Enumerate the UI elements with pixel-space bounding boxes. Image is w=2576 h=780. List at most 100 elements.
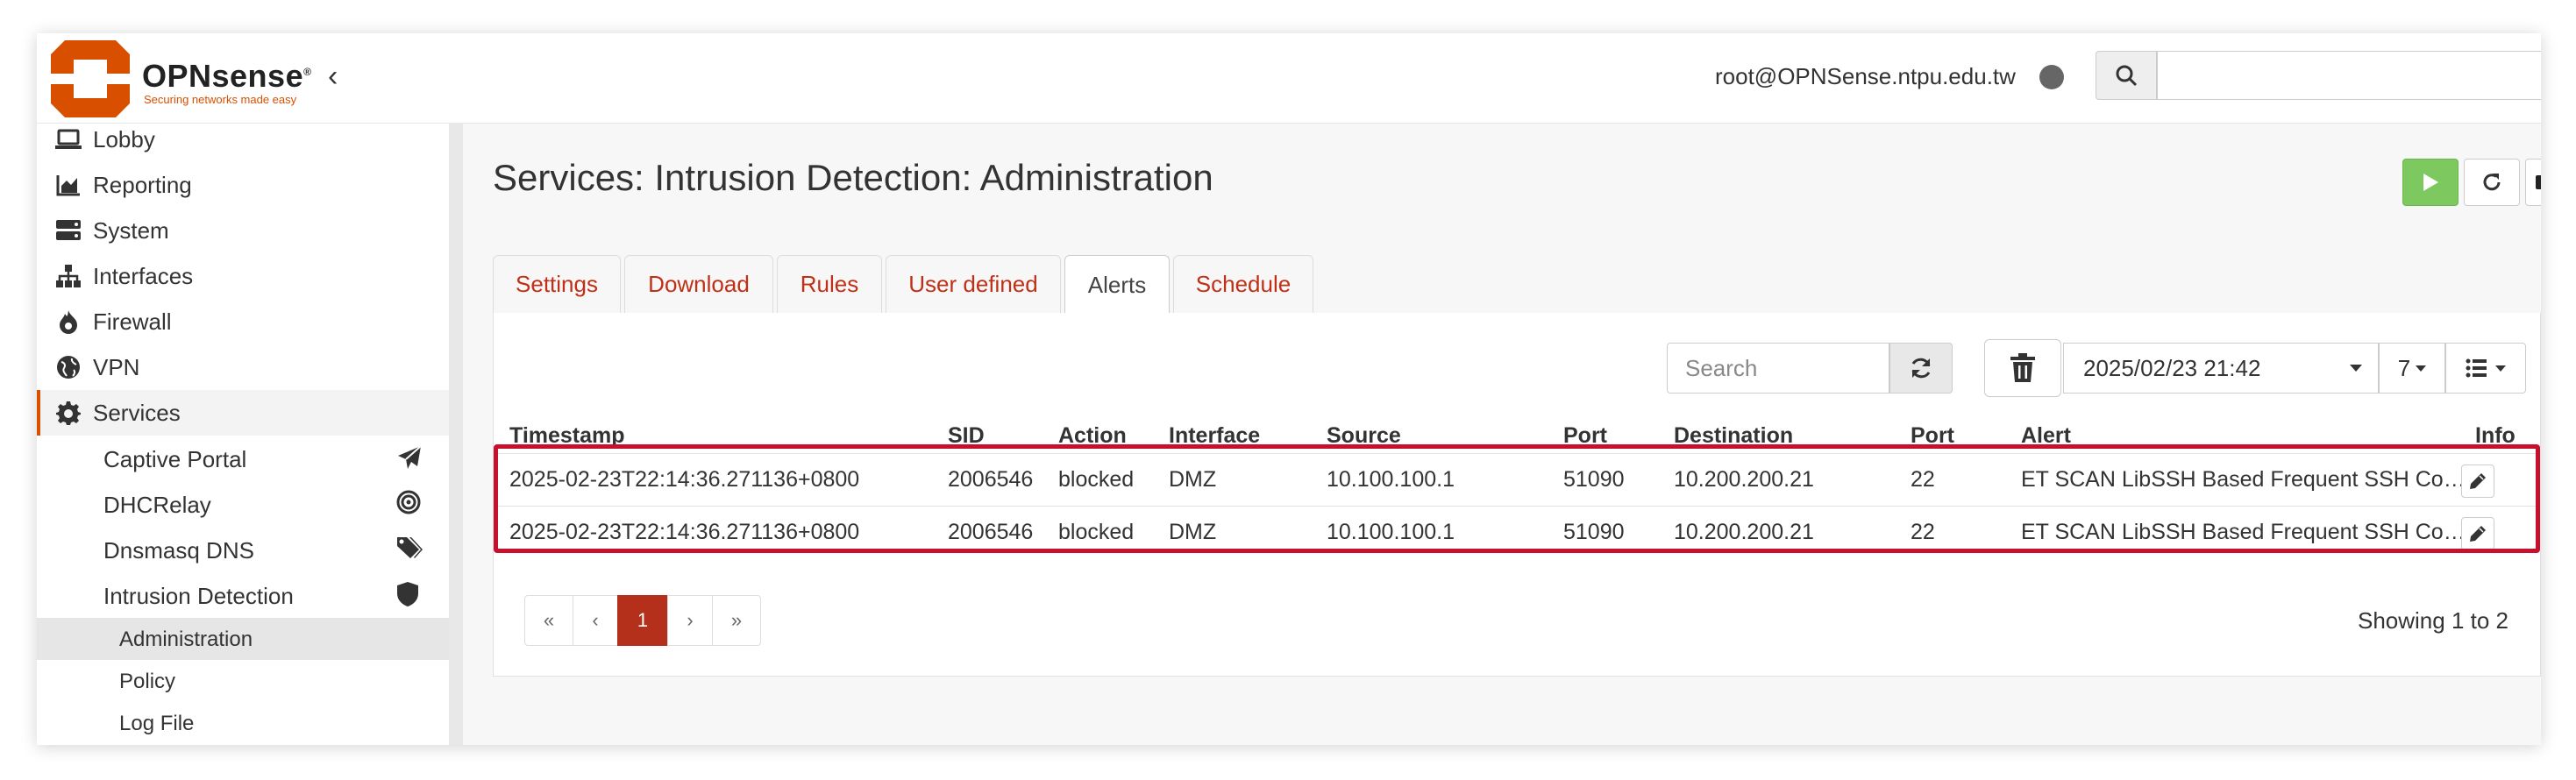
sidebar-item-services[interactable]: Services xyxy=(37,390,449,436)
sidebar-subitem-captive-portal[interactable]: Captive Portal xyxy=(37,436,449,481)
cell-sid: 2006546 xyxy=(948,520,1034,544)
sidebar-item-lobby[interactable]: Lobby xyxy=(37,124,449,162)
column-header-alert[interactable]: Alert xyxy=(2021,423,2071,449)
stop-icon xyxy=(2536,175,2541,189)
column-header-action[interactable]: Action xyxy=(1058,423,1127,449)
user-label[interactable]: root@OPNSense.ntpu.edu.tw xyxy=(1715,63,2016,90)
bullseye-icon xyxy=(396,490,424,518)
tab-download[interactable]: Download xyxy=(624,255,773,313)
stop-service-button[interactable] xyxy=(2525,159,2541,206)
refresh-alerts-button[interactable] xyxy=(1889,343,1953,394)
selected-date: 2025/02/23 21:42 xyxy=(2083,355,2261,381)
page-last-button[interactable]: » xyxy=(712,595,761,646)
tab-alerts[interactable]: Alerts xyxy=(1064,255,1170,314)
cell-destination-port: 22 xyxy=(1911,520,1935,544)
laptop-icon xyxy=(54,125,82,153)
page-title: Services: Intrusion Detection: Administr… xyxy=(493,157,1213,198)
cell-action: blocked xyxy=(1058,467,1135,492)
list-icon xyxy=(2466,358,2487,378)
column-header-source-port[interactable]: Port xyxy=(1563,423,1607,449)
sidebar-subitem-dhcrelay[interactable]: DHCRelay xyxy=(37,481,449,527)
play-icon xyxy=(2423,174,2438,191)
sidebar-item-label: Reporting xyxy=(93,171,192,198)
tab-user-defined[interactable]: User defined xyxy=(886,255,1061,313)
alerts-search-input[interactable]: Search xyxy=(1667,343,1889,394)
cell-timestamp: 2025-02-23T22:14:36.271136+0800 xyxy=(509,520,860,544)
sidebar-scrollbar[interactable] xyxy=(449,124,463,745)
page-next-button[interactable]: › xyxy=(667,595,713,646)
brand-name: OPNsense® xyxy=(142,58,312,94)
column-header-timestamp[interactable]: Timestamp xyxy=(509,423,625,449)
sidebar-subitem-label: Policy xyxy=(119,670,176,693)
sidebar-subitem-administration[interactable]: Administration xyxy=(37,618,449,660)
global-search-input[interactable] xyxy=(2157,51,2541,100)
restart-service-button[interactable] xyxy=(2464,159,2520,206)
logfile-date-select[interactable]: 2025/02/23 21:42 xyxy=(2063,343,2379,394)
cell-alert: ET SCAN LibSSH Based Frequent SSH Co… xyxy=(2021,520,2466,544)
sidebar: Lobby Reporting System Interfaces Firewa… xyxy=(37,124,449,745)
sidebar-item-label: Lobby xyxy=(93,125,155,152)
pencil-icon[interactable] xyxy=(2461,517,2494,550)
sidebar-item-interfaces[interactable]: Interfaces xyxy=(37,253,449,299)
column-header-destination[interactable]: Destination xyxy=(1674,423,1793,449)
chevron-left-icon[interactable]: ‹ xyxy=(328,60,338,94)
alerts-panel: Search 2025/02/23 21:42 7 Timestamp SID xyxy=(493,313,2541,677)
table-row[interactable]: 2025-02-23T22:14:36.271136+0800 2006546 … xyxy=(497,506,2537,558)
sidebar-subitem-label: DHCRelay xyxy=(103,492,211,518)
shield-icon xyxy=(396,581,424,609)
cell-source: 10.100.100.1 xyxy=(1327,467,1455,492)
page-prev-button[interactable]: ‹ xyxy=(573,595,618,646)
refresh-icon xyxy=(1911,358,1931,379)
rows-per-page-select[interactable]: 7 xyxy=(2379,343,2445,394)
sidebar-subitem-log-file[interactable]: Log File xyxy=(37,702,449,744)
cell-destination: 10.200.200.21 xyxy=(1674,467,1814,492)
status-indicator[interactable] xyxy=(2039,65,2064,89)
tab-settings[interactable]: Settings xyxy=(493,255,621,313)
cell-source-port: 51090 xyxy=(1563,520,1625,544)
sidebar-subitem-label: Intrusion Detection xyxy=(103,583,294,609)
pencil-icon[interactable] xyxy=(2461,464,2494,498)
column-header-destination-port[interactable]: Port xyxy=(1911,423,1954,449)
tab-schedule[interactable]: Schedule xyxy=(1173,255,1313,313)
search-icon[interactable] xyxy=(2096,51,2157,100)
sidebar-item-label: Firewall xyxy=(93,308,172,335)
sidebar-subitem-label: Dnsmasq DNS xyxy=(103,537,254,564)
sidebar-item-firewall[interactable]: Firewall xyxy=(37,299,449,344)
sidebar-subitem-policy[interactable]: Policy xyxy=(37,660,449,702)
sidebar-subitem-label: Log File xyxy=(119,712,195,735)
sidebar-item-label: VPN xyxy=(93,353,140,380)
sidebar-subitem-intrusion-detection[interactable]: Intrusion Detection xyxy=(37,572,449,618)
page-current-button[interactable]: 1 xyxy=(617,595,668,646)
column-header-source[interactable]: Source xyxy=(1327,423,1401,449)
refresh-icon xyxy=(2483,174,2501,191)
main-content: Services: Intrusion Detection: Administr… xyxy=(463,124,2541,745)
sidebar-item-vpn[interactable]: VPN xyxy=(37,344,449,390)
sidebar-subitem-dnsmasq[interactable]: Dnsmasq DNS xyxy=(37,527,449,572)
page-first-button[interactable]: « xyxy=(524,595,573,646)
server-icon xyxy=(54,216,82,245)
area-chart-icon xyxy=(54,171,82,199)
start-service-button[interactable] xyxy=(2402,159,2459,206)
column-header-sid[interactable]: SID xyxy=(948,423,985,449)
column-select-button[interactable] xyxy=(2445,343,2526,394)
cell-source: 10.100.100.1 xyxy=(1327,520,1455,544)
rows-per-page-value: 7 xyxy=(2397,354,2411,381)
cell-destination: 10.200.200.21 xyxy=(1674,520,1814,544)
sidebar-item-reporting[interactable]: Reporting xyxy=(37,162,449,208)
tab-bar: Settings Download Rules User defined Ale… xyxy=(493,255,2541,314)
column-header-interface[interactable]: Interface xyxy=(1169,423,1260,449)
gear-icon xyxy=(54,399,82,427)
sitemap-icon xyxy=(54,262,82,290)
column-header-info[interactable]: Info xyxy=(2475,423,2516,449)
sidebar-item-label: Interfaces xyxy=(93,262,194,289)
trash-icon xyxy=(2010,353,2035,382)
showing-count: Showing 1 to 2 xyxy=(2357,607,2508,634)
tab-rules[interactable]: Rules xyxy=(777,255,882,313)
fire-icon xyxy=(54,308,82,336)
top-navbar: OPNsense® Securing networks made easy ‹ … xyxy=(37,33,2541,124)
delete-alerts-button[interactable] xyxy=(1984,339,2061,397)
table-row[interactable]: 2025-02-23T22:14:36.271136+0800 2006546 … xyxy=(497,453,2537,506)
cell-source-port: 51090 xyxy=(1563,467,1625,492)
sidebar-item-system[interactable]: System xyxy=(37,208,449,253)
paper-plane-icon xyxy=(396,444,424,472)
